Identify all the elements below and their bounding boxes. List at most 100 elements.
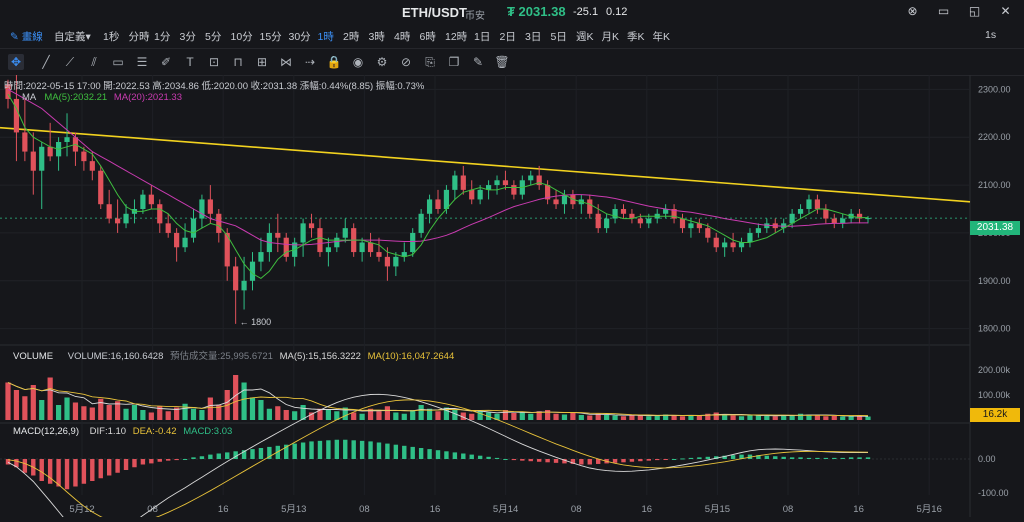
chart-svg[interactable]: 1800.001900.002000.002100.002200.002300.… xyxy=(0,41,1024,522)
macd-bar-46 xyxy=(393,444,399,459)
volume-bar-71 xyxy=(604,415,610,420)
candle-body-73 xyxy=(620,209,627,214)
volume-bar-24 xyxy=(207,397,213,420)
delete-icon[interactable]: 🗑 xyxy=(494,54,510,70)
volume-bar-10 xyxy=(89,407,95,420)
minimize-icon[interactable]: ▭ xyxy=(937,5,950,18)
timeframe-13[interactable]: 12時 xyxy=(445,29,467,44)
measure-tool-icon[interactable]: ⊡ xyxy=(206,54,222,70)
timeframe-18[interactable]: 週K xyxy=(576,29,594,44)
edit-icon[interactable]: ✎ xyxy=(470,54,486,70)
ma5-legend: MA(5):2032.21 xyxy=(44,92,108,103)
timeframe-7[interactable]: 30分 xyxy=(289,29,311,44)
macd-bar-75 xyxy=(638,459,643,462)
ray-tool-icon[interactable]: ⟋ xyxy=(62,54,78,70)
macd-bar-8 xyxy=(73,459,78,487)
brush-tool-icon[interactable]: ✐ xyxy=(158,54,174,70)
macd-bar-25 xyxy=(216,453,221,459)
volume-estimate: 預估成交量:25,995.6721 xyxy=(170,351,273,362)
candle-body-37 xyxy=(317,228,323,253)
search-icon[interactable]: ⊗ xyxy=(906,5,919,18)
macd-bar-11 xyxy=(98,459,103,479)
macd-label[interactable]: MACD(12,26,9) xyxy=(13,426,79,437)
arrow-tool-icon[interactable]: ⇢ xyxy=(302,54,318,70)
ruler-icon[interactable]: ⊞ xyxy=(254,54,270,70)
timeframe-19[interactable]: 月K xyxy=(602,29,620,44)
chart-area[interactable]: 1800.001900.002000.002100.002200.002300.… xyxy=(0,41,1024,522)
pattern-tool-icon[interactable]: ⋈ xyxy=(278,54,294,70)
price-change: -25.1 xyxy=(573,6,599,18)
eye-icon[interactable]: ◉ xyxy=(350,54,366,70)
duplicate-icon[interactable]: ❐ xyxy=(446,54,462,70)
candle-body-50 xyxy=(426,199,433,214)
pair-title[interactable]: ETH/USDT xyxy=(402,5,467,20)
hide-icon[interactable]: ⊘ xyxy=(398,54,414,70)
timeframe-11[interactable]: 4時 xyxy=(394,29,410,44)
timeframe-14[interactable]: 1日 xyxy=(474,29,490,44)
volume-bar-92 xyxy=(781,415,787,420)
crosshair-icon[interactable]: ✥ xyxy=(8,54,24,70)
interval-right-button[interactable]: 1s xyxy=(985,29,996,41)
candle-body-35 xyxy=(300,223,306,243)
text-tool-icon[interactable]: T xyxy=(182,54,198,70)
candle-body-48 xyxy=(410,232,416,253)
timeframe-6[interactable]: 15分 xyxy=(260,29,282,44)
timeframe-16[interactable]: 3日 xyxy=(525,29,541,44)
candle-body-32 xyxy=(275,232,281,238)
timeframe-21[interactable]: 年K xyxy=(653,29,671,44)
close-icon[interactable]: ✕ xyxy=(999,5,1012,18)
settings-icon[interactable]: ⚙ xyxy=(374,54,390,70)
snapshot-icon[interactable]: ⎘ xyxy=(422,54,438,70)
custom-interval-button[interactable]: 自定義▾ xyxy=(54,29,91,44)
magnet-icon[interactable]: ⊓ xyxy=(230,54,246,70)
time-label-9: 5月15 xyxy=(705,504,730,515)
volume-bar-87 xyxy=(738,416,745,420)
draw-tool-button[interactable]: ✎ 畫線 xyxy=(10,29,43,44)
volume-label[interactable]: VOLUME xyxy=(13,351,53,362)
candle-body-85 xyxy=(722,242,728,248)
lock-icon[interactable]: 🔒 xyxy=(326,54,342,70)
candle-body-80 xyxy=(679,218,686,229)
macd-bar-83 xyxy=(705,456,711,459)
timeframe-2[interactable]: 1分 xyxy=(154,29,170,44)
timeframe-10[interactable]: 3時 xyxy=(369,29,385,44)
timeframe-4[interactable]: 5分 xyxy=(205,29,221,44)
time-label-0: 5月12 xyxy=(69,504,94,515)
timeframe-9[interactable]: 2時 xyxy=(343,29,359,44)
macd-bar-57 xyxy=(486,456,491,459)
macd-bar-49 xyxy=(418,448,424,459)
candle-body-12 xyxy=(106,204,112,219)
macd-bar-100 xyxy=(848,457,854,459)
volume-bar-0 xyxy=(5,382,11,420)
timeframe-1[interactable]: 分時 xyxy=(129,29,150,44)
volume-bar-44 xyxy=(376,411,382,420)
timeframe-5[interactable]: 10分 xyxy=(231,29,253,44)
restore-icon[interactable]: ◱ xyxy=(968,5,981,18)
timeframe-8[interactable]: 1時 xyxy=(318,29,334,44)
volume-bar-53 xyxy=(452,410,458,420)
channel-tool-icon[interactable]: ⫽ xyxy=(86,54,102,70)
candle-body-58 xyxy=(494,180,500,186)
timeframe-15[interactable]: 2日 xyxy=(500,29,516,44)
macd-bar-16 xyxy=(140,459,146,465)
timeframe-20[interactable]: 季K xyxy=(627,29,645,44)
volume-bar-98 xyxy=(831,416,837,420)
macd-bar-55 xyxy=(469,454,474,459)
candle-body-56 xyxy=(477,189,483,200)
time-label-4: 08 xyxy=(359,504,370,515)
time-label-7: 08 xyxy=(571,504,582,515)
timeframe-17[interactable]: 5日 xyxy=(551,29,567,44)
volume-bar-51 xyxy=(435,411,441,420)
candle-body-86 xyxy=(730,242,736,248)
timeframe-0[interactable]: 1秒 xyxy=(103,29,119,44)
timeframe-12[interactable]: 6時 xyxy=(420,29,436,44)
fib-tool-icon[interactable]: ☰ xyxy=(134,54,150,70)
macd-bar-14 xyxy=(123,459,129,470)
timeframe-3[interactable]: 3分 xyxy=(180,29,196,44)
top-header-bar: ETH/USDT 币安 ₮ 2031.38 -25.1 0.12 ⊗ ▭ ◱ ✕ xyxy=(0,0,1024,25)
candle-body-16 xyxy=(140,194,146,209)
rectangle-tool-icon[interactable]: ▭ xyxy=(110,54,126,70)
candle-body-30 xyxy=(258,252,264,262)
line-tool-icon[interactable]: ╱ xyxy=(38,54,54,70)
price-change-percent: 0.12 xyxy=(606,6,628,18)
